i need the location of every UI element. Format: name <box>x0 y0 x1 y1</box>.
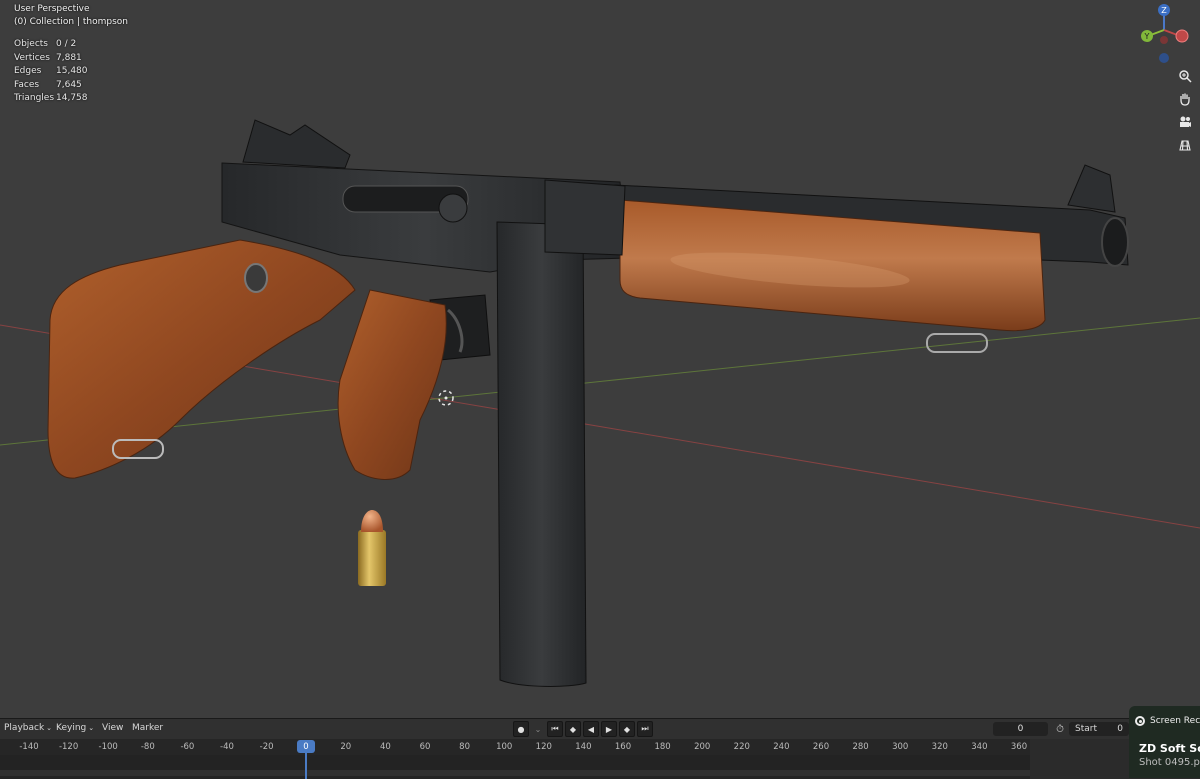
chevron-down-icon[interactable]: ⌄ <box>531 725 545 734</box>
cartridge-bullet <box>361 510 383 532</box>
popup-title: ZD Soft Scre <box>1139 742 1200 755</box>
ruler-tick-label: -60 <box>180 742 195 752</box>
screen-recorder-row: Screen Rec <box>1135 716 1200 726</box>
ruler-tick-label: 300 <box>892 742 909 752</box>
grid-ortho-icon[interactable] <box>1174 135 1196 155</box>
mag-well <box>544 179 626 256</box>
scene-render <box>0 119 1200 687</box>
front-sight <box>1067 164 1116 213</box>
ruler-tick-label: -100 <box>98 742 118 752</box>
chevron-down-icon: ⌄ <box>46 724 53 732</box>
ruler-tick-label: 220 <box>733 742 750 752</box>
start-label: Start <box>1075 724 1097 734</box>
muzzle <box>1101 217 1129 267</box>
current-frame-field[interactable]: 0 <box>993 722 1048 736</box>
navigation-gizmo[interactable]: Z Y <box>1136 0 1200 70</box>
view-menu[interactable]: View <box>102 723 123 733</box>
chevron-down-icon: ⌄ <box>88 724 95 732</box>
playhead-frame-badge[interactable]: 0 <box>297 740 315 753</box>
prev-keyframe-icon[interactable]: ◆ <box>565 721 581 737</box>
gizmo-z-label: Z <box>1161 6 1167 15</box>
magazine <box>496 221 587 687</box>
jump-start-icon[interactable]: ⏮ <box>547 721 563 737</box>
popup-subtitle: Shot 0495.p <box>1139 757 1200 768</box>
gizmo-neg-z <box>1159 53 1169 63</box>
view-perspective-label: User Perspective <box>14 4 90 14</box>
3d-viewport[interactable]: User Perspective (0) Collection | thomps… <box>0 0 1200 718</box>
transport-controls: ● ⌄ ⏮ ◆ ◀ ▶ ◆ ⏭ <box>513 721 653 737</box>
ruler-tick-label: 160 <box>614 742 632 752</box>
playback-menu[interactable]: Playback ⌄ <box>4 723 52 733</box>
ruler-tick-label: -140 <box>19 742 39 752</box>
keying-menu[interactable]: Keying ⌄ <box>56 723 94 733</box>
camera-icon[interactable] <box>1174 112 1196 132</box>
ruler-tick-label: 260 <box>812 742 830 752</box>
ruler-tick-label: -80 <box>140 742 155 752</box>
ruler-tick-label: 40 <box>379 742 391 752</box>
ruler-tick-label: 20 <box>340 742 352 752</box>
play-reverse-icon[interactable]: ◀ <box>583 721 599 737</box>
stats-overlay: Objects 0 / 2 Vertices 7,881 Edges 15,480 F… <box>14 38 88 106</box>
timeline-editor[interactable]: Playback ⌄ Keying ⌄ View Marker ● ⌄ ⏮ ◆ ◀ … <box>0 718 1200 779</box>
zoom-icon[interactable] <box>1174 66 1196 86</box>
stat-edges: Edges 15,480 <box>14 66 88 77</box>
screen-recorder-popup[interactable]: Screen Rec ZD Soft Scre Shot 0495.p <box>1129 706 1200 778</box>
start-value: 0 <box>1117 724 1123 734</box>
play-icon[interactable]: ▶ <box>601 721 617 737</box>
ruler-tick-label: 340 <box>971 742 988 752</box>
ruler-tick-label: 100 <box>496 742 513 752</box>
marker-menu[interactable]: Marker <box>132 723 163 733</box>
start-frame-field[interactable]: Start 0 <box>1069 722 1129 736</box>
collection-label: (0) Collection | thompson <box>14 17 128 27</box>
fore-sling-swivel <box>926 333 988 353</box>
stat-faces: Faces 7,645 <box>14 79 82 90</box>
gizmo-x-axis <box>1175 29 1189 43</box>
ruler-tick-label: 180 <box>654 742 671 752</box>
ruler-tick-label: 120 <box>535 742 552 752</box>
ruler-tick-label: -20 <box>259 742 274 752</box>
ruler-tick-label: 60 <box>419 742 431 752</box>
ruler-tick-label: 280 <box>852 742 869 752</box>
next-keyframe-icon[interactable]: ◆ <box>619 721 635 737</box>
ruler-tick-label: 80 <box>459 742 471 752</box>
ruler-tick-label: 240 <box>773 742 790 752</box>
record-keyframe-icon[interactable]: ● <box>513 721 529 737</box>
ruler-tick-label: 320 <box>931 742 948 752</box>
gizmo-neg-x <box>1160 36 1168 44</box>
stat-vertices: Vertices 7,881 <box>14 52 82 63</box>
jump-end-icon[interactable]: ⏭ <box>637 721 653 737</box>
timeline-header: Playback ⌄ Keying ⌄ View Marker ● ⌄ ⏮ ◆ ◀ … <box>0 719 1200 739</box>
cocking-knob <box>438 193 468 223</box>
ruler-tick-label: 140 <box>575 742 592 752</box>
timeline-scrub-strip <box>0 770 1030 776</box>
clock-icon[interactable]: ⏱ <box>1053 722 1067 736</box>
frame-ruler[interactable]: -140 -120 -100 -80 -60 -40 -20 20 40 60 80 100 120 14… <box>0 739 1030 755</box>
gizmo-y-label: Y <box>1144 32 1150 41</box>
ruler-tick-label: -120 <box>58 742 79 752</box>
rear-sight <box>242 119 351 169</box>
stock <box>47 239 356 479</box>
playhead-line[interactable] <box>305 753 307 779</box>
stat-objects: Objects 0 / 2 <box>14 39 77 49</box>
record-icon <box>1135 716 1145 726</box>
ruler-tick-label: 200 <box>694 742 711 752</box>
hand-pan-icon[interactable] <box>1174 89 1196 109</box>
stat-triangles: Triangles 14,758 <box>14 93 88 104</box>
ruler-tick-label: -40 <box>220 742 234 752</box>
cartridge-case <box>358 530 386 586</box>
stock-bolt <box>244 263 268 293</box>
ruler-tick-label: 360 <box>1010 742 1028 752</box>
pistol-grip <box>337 289 447 480</box>
